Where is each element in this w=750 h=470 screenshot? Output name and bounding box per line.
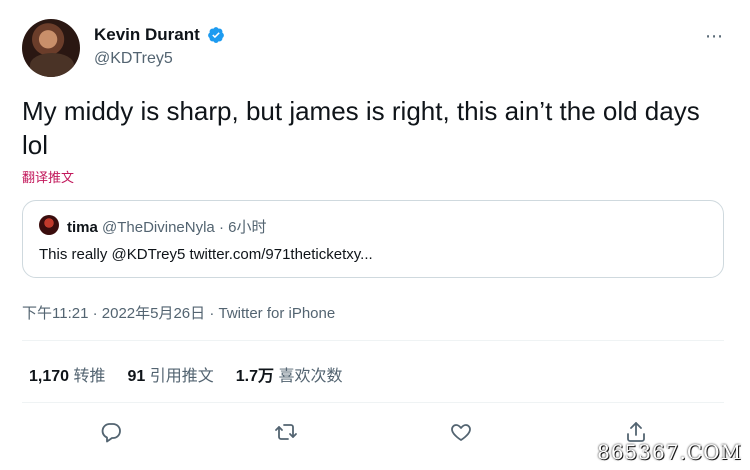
translate-tweet-link[interactable]: 翻译推文 <box>22 167 74 186</box>
quoted-tweet-header: tima @TheDivineNyla · 6小时 <box>67 216 266 237</box>
retweet-button[interactable] <box>268 414 304 450</box>
quotes-stat[interactable]: 91 引用推文 <box>128 362 214 386</box>
divider <box>22 402 724 403</box>
tweet-stats: 1,170 转推 91 引用推文 1.7万 喜欢次数 <box>29 362 343 386</box>
quoted-author-handle-time: @TheDivineNyla · 6小时 <box>102 219 267 236</box>
likes-count: 1.7万 <box>235 368 275 385</box>
quoted-tweet-text: This really @KDTrey5 twitter.com/971thet… <box>39 246 373 263</box>
author-name[interactable]: Kevin Durant <box>94 25 200 45</box>
likes-label: 喜欢次数 <box>278 368 343 385</box>
quoted-author-avatar <box>39 215 59 235</box>
site-watermark: 865367.COM <box>597 440 742 464</box>
retweets-label: 转推 <box>73 368 106 385</box>
tweet-source[interactable]: Twitter for iPhone <box>218 305 335 322</box>
tweet-meta: 下午11:21 · 2022年5月26日 · Twitter for iPhon… <box>22 302 335 323</box>
retweet-icon <box>275 424 297 440</box>
retweets-count: 1,170 <box>29 368 70 385</box>
like-button[interactable] <box>443 414 479 450</box>
author-name-row: Kevin Durant <box>94 25 225 45</box>
more-options-icon[interactable]: ⋯ <box>705 26 724 47</box>
verified-badge-icon <box>207 27 224 43</box>
quotes-label: 引用推文 <box>149 368 214 385</box>
author-handle[interactable]: @KDTrey5 <box>94 50 173 68</box>
quoted-tweet-card[interactable]: tima @TheDivineNyla · 6小时 This really @K… <box>22 200 724 278</box>
reply-button[interactable] <box>93 414 129 450</box>
author-avatar[interactable] <box>22 19 80 77</box>
like-icon <box>451 424 471 441</box>
retweets-stat[interactable]: 1,170 转推 <box>29 362 106 386</box>
quoted-author-name: tima <box>67 219 98 236</box>
divider <box>22 340 724 341</box>
quotes-count: 91 <box>127 368 146 385</box>
tweet-text: My middy is sharp, but james is right, t… <box>22 96 700 160</box>
reply-icon <box>101 423 121 443</box>
tweet-timestamp[interactable]: 下午11:21 · 2022年5月26日 · <box>22 305 218 322</box>
likes-stat[interactable]: 1.7万 喜欢次数 <box>236 362 343 386</box>
